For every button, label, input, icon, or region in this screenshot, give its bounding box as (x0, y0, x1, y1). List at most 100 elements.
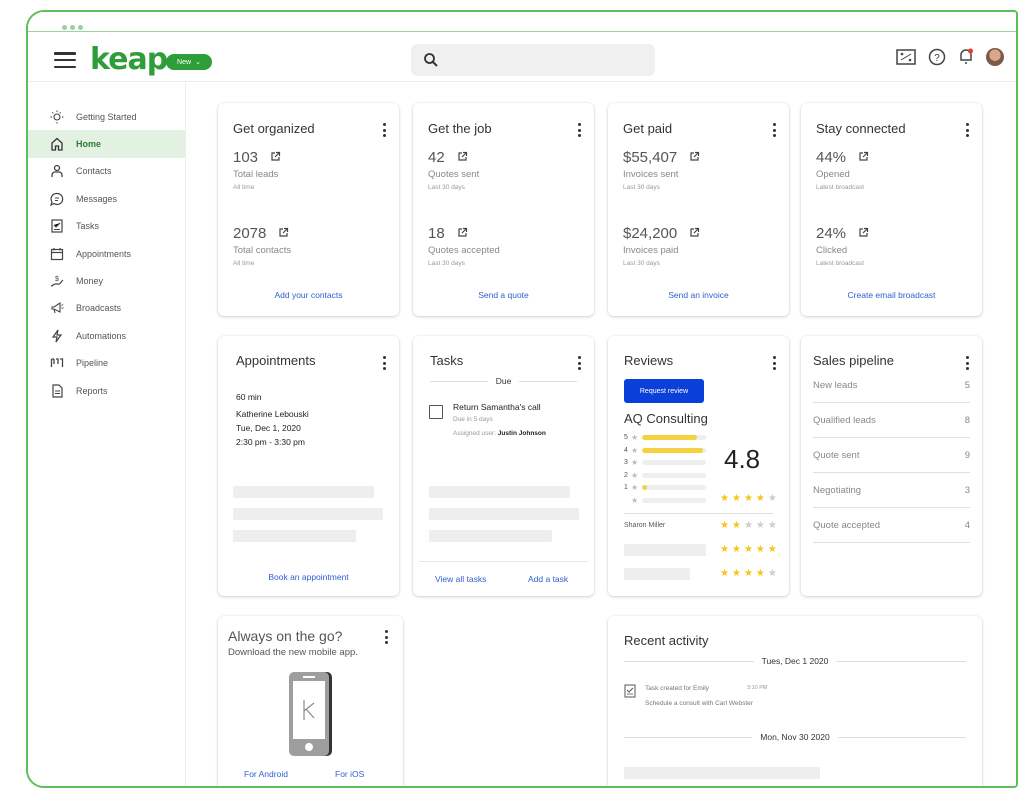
more-options-icon[interactable] (385, 630, 389, 644)
search-input[interactable] (411, 44, 655, 76)
more-options-icon[interactable] (773, 356, 777, 370)
home-icon (50, 137, 64, 151)
stage-count: 4 (964, 519, 970, 531)
stat-label: Invoices paid (623, 245, 679, 256)
rating-bar (642, 435, 707, 440)
sidebar-item-appointments[interactable]: Appointments (28, 240, 185, 267)
top-header: keap New ⌄ ? (28, 32, 1016, 82)
add-task-link[interactable]: Add a task (528, 574, 568, 584)
person-icon (50, 164, 64, 178)
stat-block: 42 Quotes sent Last 30 days (428, 149, 479, 191)
external-link-icon[interactable] (858, 225, 869, 242)
pipeline-stage-row[interactable]: Qualified leads 8 (813, 403, 970, 438)
star-icon: ★ (731, 493, 741, 504)
stage-label: Qualified leads (813, 414, 876, 426)
lightning-icon (50, 329, 64, 343)
sidebar-item-reports[interactable]: Reports (28, 377, 185, 404)
stat-period: Last 30 days (428, 260, 465, 267)
card-get-paid: Get paid $55,407 Invoices sent Last 30 d… (608, 103, 789, 316)
task-checkbox[interactable] (429, 405, 443, 419)
external-link-icon[interactable] (858, 149, 869, 166)
view-all-tasks-link[interactable]: View all tasks (435, 574, 486, 584)
stage-count: 3 (964, 484, 970, 496)
sidebar-item-label: Messages (76, 193, 118, 204)
pipeline-stage-row[interactable]: Negotiating 3 (813, 473, 970, 508)
external-link-icon[interactable] (689, 149, 700, 166)
task-due: Due in 5 days (453, 416, 493, 423)
rating-level: 4 (624, 446, 628, 454)
menu-icon[interactable] (54, 52, 76, 68)
average-rating: 4.8 (724, 444, 761, 474)
pipeline-stage-row[interactable]: Quote accepted 4 (813, 508, 970, 543)
card-action-link[interactable]: Create email broadcast (801, 290, 982, 300)
external-link-icon[interactable] (689, 225, 700, 242)
help-icon[interactable]: ? (928, 48, 946, 66)
sidebar-item-contacts[interactable]: Contacts (28, 158, 185, 185)
external-link-icon[interactable] (270, 149, 281, 166)
star-icon: ★ (767, 520, 777, 531)
ios-app-link[interactable]: For iOS (335, 769, 364, 779)
card-action-link[interactable]: Add your contacts (218, 290, 399, 300)
external-link-icon[interactable] (457, 225, 468, 242)
more-options-icon[interactable] (578, 356, 582, 370)
star-icon: ★ (631, 495, 639, 505)
stat-label: Quotes accepted (428, 245, 500, 256)
pipeline-stage-row[interactable]: New leads 5 (813, 368, 970, 403)
more-options-icon[interactable] (383, 123, 387, 137)
star-icon: ★ (755, 493, 765, 504)
stage-label: Quote sent (813, 449, 860, 461)
sidebar-item-messages[interactable]: Messages (28, 185, 185, 212)
android-app-link[interactable]: For Android (244, 769, 288, 779)
card-title: Get organized (233, 121, 315, 136)
new-button[interactable]: New ⌄ (166, 54, 212, 70)
sidebar-item-money[interactable]: $ Money (28, 267, 185, 294)
notification-bell-icon[interactable] (958, 48, 974, 66)
activity-detail[interactable]: Schedule a consult with Carl Webster (645, 700, 753, 707)
pipeline-icon (50, 356, 64, 370)
due-section-header: Due (430, 376, 577, 386)
chevron-down-icon: ⌄ (195, 59, 201, 66)
stat-period: All time (233, 260, 255, 267)
card-action-link[interactable]: Send a quote (413, 290, 594, 300)
placeholder-line (233, 508, 383, 520)
keap-logo[interactable]: keap (90, 42, 168, 77)
sidebar-item-getting-started[interactable]: Getting Started (28, 103, 185, 130)
rating-bar (642, 472, 707, 478)
sidebar-item-automations[interactable]: Automations (28, 322, 185, 349)
stage-label: New leads (813, 379, 858, 391)
calendar-icon (50, 247, 64, 261)
external-link-icon[interactable] (278, 225, 289, 242)
card-title: Reviews (624, 353, 674, 368)
window-titlebar (28, 12, 1016, 32)
appointment-time: 2:30 pm - 3:30 pm (236, 437, 305, 447)
more-options-icon[interactable] (966, 123, 970, 137)
user-avatar[interactable] (986, 48, 1004, 66)
pipeline-stage-row[interactable]: Quote sent 9 (813, 438, 970, 473)
sidebar: Getting Started Home Contacts Messages Tasks… (28, 83, 186, 786)
card-title: Get paid (623, 121, 673, 136)
external-link-icon[interactable] (457, 149, 468, 166)
rating-level: 2 (624, 471, 628, 479)
sidebar-item-home[interactable]: Home (28, 130, 185, 158)
star-icon: ★ (720, 520, 729, 531)
integrations-icon[interactable] (896, 49, 916, 65)
sidebar-item-tasks[interactable]: Tasks (28, 213, 185, 240)
more-options-icon[interactable] (578, 123, 582, 137)
sidebar-item-broadcasts[interactable]: Broadcasts (28, 295, 185, 322)
sidebar-item-label: Reports (76, 385, 108, 396)
task-title[interactable]: Return Samantha's call (453, 402, 541, 412)
book-appointment-link[interactable]: Book an appointment (218, 572, 399, 582)
review-star-rating: ★ ★ ★ ★ ★ (720, 568, 777, 579)
sidebar-item-pipeline[interactable]: Pipeline (28, 350, 185, 377)
rating-distribution-row: 1 ★ (624, 483, 707, 492)
request-review-button[interactable]: Request review (624, 379, 704, 403)
stat-period: Latest broadcast (816, 260, 865, 267)
more-options-icon[interactable] (773, 123, 777, 137)
more-options-icon[interactable] (383, 356, 387, 370)
lightbulb-icon (50, 110, 64, 124)
stat-period: Last 30 days (428, 184, 465, 191)
card-action-link[interactable]: Send an invoice (608, 290, 789, 300)
card-title: Always on the go? (228, 628, 343, 644)
task-assigned: Assigned user: Justin Johnson (453, 430, 546, 437)
sidebar-item-label: Appointments (76, 248, 132, 259)
